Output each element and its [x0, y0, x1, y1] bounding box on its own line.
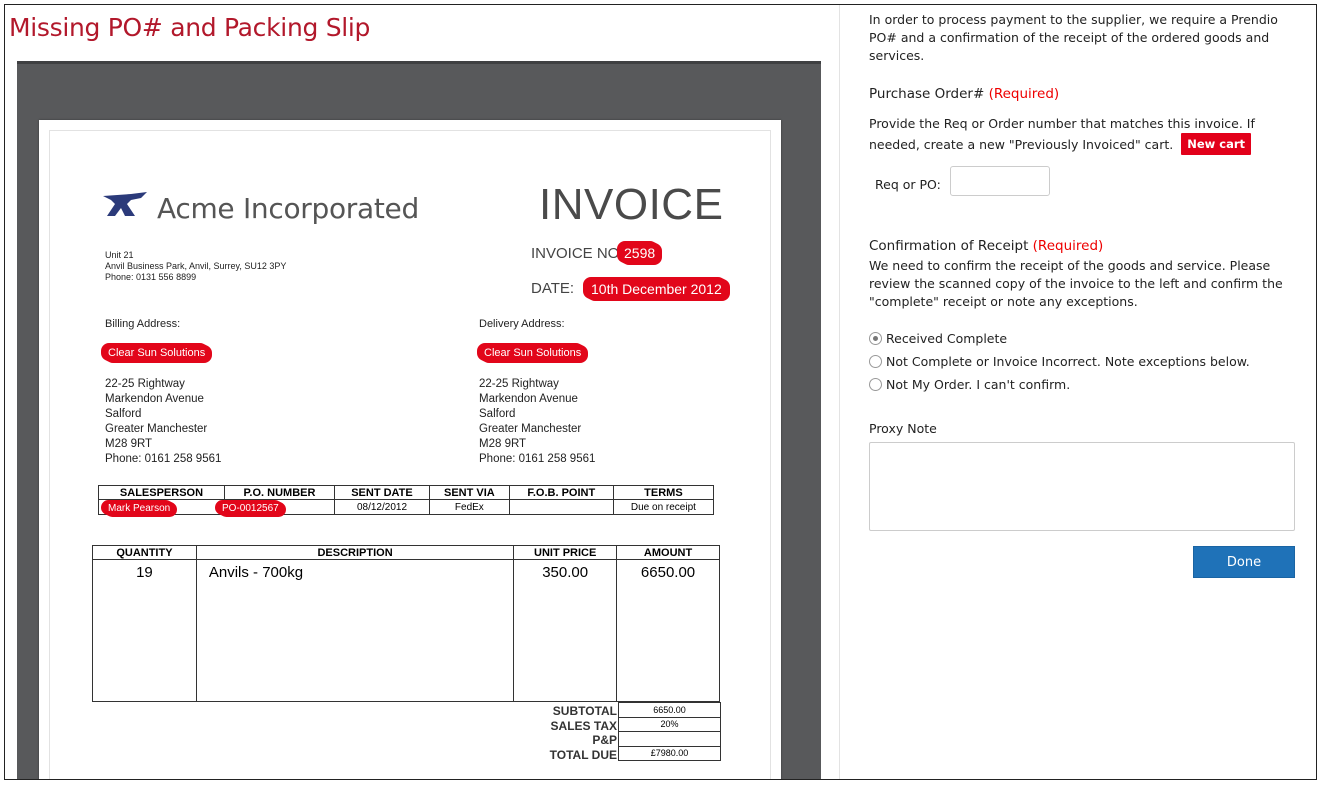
po-number: PO-0012567 [219, 503, 282, 514]
subtotal-value: 6650.00 [618, 702, 721, 718]
address-line: Salford [105, 408, 142, 420]
company-address-line: Anvil Business Park, Anvil, Surrey, SU12… [105, 261, 287, 271]
address-line: Salford [479, 408, 516, 420]
table-header-row: SALESPERSON P.O. NUMBER SENT DATE SENT V… [98, 485, 715, 500]
table-header: QUANTITY [92, 545, 197, 560]
table-cell: FedEx [429, 499, 510, 515]
order-info-table: SALESPERSON P.O. NUMBER SENT DATE SENT V… [98, 485, 715, 515]
billing-label: Billing Address: [105, 318, 181, 330]
required-badge: (Required) [988, 86, 1060, 102]
po-section-title: Purchase Order# (Required) [869, 86, 1059, 102]
table-cell: 19 [92, 559, 197, 702]
invoice-date: 10th December 2012 [587, 280, 726, 298]
proxy-note-label: Proxy Note [869, 421, 937, 436]
date-label: DATE: [531, 280, 575, 297]
po-description: Provide the Req or Order number that mat… [869, 115, 1289, 155]
table-header: UNIT PRICE [513, 545, 618, 560]
radio-unchecked-icon[interactable] [869, 378, 882, 391]
salesperson-name: Mark Pearson [105, 503, 174, 514]
totals-values: 6650.00 20% £7980.00 [618, 702, 721, 761]
form-pane: In order to process payment to the suppl… [841, 5, 1316, 779]
radio-label: Received Complete [886, 331, 1008, 346]
new-cart-button[interactable]: New cart [1181, 133, 1252, 155]
table-header: TERMS [612, 485, 715, 500]
radio-label: Not Complete or Invoice Incorrect. Note … [886, 354, 1250, 369]
company-address-line: Unit 21 [105, 250, 134, 260]
line-items-table: QUANTITY DESCRIPTION UNIT PRICE AMOUNT 1… [92, 545, 720, 702]
radio-not-complete[interactable]: Not Complete or Invoice Incorrect. Note … [869, 354, 1250, 369]
table-row: 08/12/2012 FedEx Due on receipt [98, 499, 715, 515]
company-logo: Acme Incorporated [101, 188, 419, 228]
req-or-po-input[interactable] [950, 166, 1050, 196]
intro-text: In order to process payment to the suppl… [869, 12, 1278, 63]
address-line: 22-25 Rightway [479, 378, 559, 390]
delivery-label: Delivery Address: [479, 318, 565, 330]
invoice-page: Acme Incorporated INVOICE Unit 21 Anvil … [39, 120, 781, 779]
table-cell: 350.00 [513, 559, 618, 702]
confirm-title-text: Confirmation of Receipt [869, 238, 1029, 254]
confirm-description: We need to confirm the receipt of the go… [869, 258, 1283, 309]
table-header: P.O. NUMBER [223, 485, 335, 500]
delivery-name: Clear Sun Solutions [481, 346, 585, 360]
address-line: M28 9RT [105, 438, 153, 450]
address-line: 22-25 Rightway [105, 378, 185, 390]
table-header: SALESPERSON [98, 485, 225, 500]
totals-labels: SUBTOTAL SALES TAX P&P TOTAL DUE [509, 704, 617, 762]
radio-label: Not My Order. I can't confirm. [886, 377, 1071, 392]
invoice-no-label: INVOICE NO: [531, 245, 624, 262]
address-line: Greater Manchester [105, 423, 208, 435]
table-header: F.O.B. POINT [508, 485, 614, 500]
page-title: Missing PO# and Packing Slip [9, 13, 371, 42]
table-header: SENT DATE [333, 485, 431, 500]
table-cell: 6650.00 [616, 559, 720, 702]
subtotal-label: SUBTOTAL [552, 704, 617, 718]
done-button[interactable]: Done [1193, 546, 1295, 578]
invoice-number: 2598 [621, 244, 659, 262]
confirm-section-title: Confirmation of Receipt (Required) [869, 238, 1103, 254]
sales-tax-label: SALES TAX [550, 718, 617, 733]
address-phone: Phone: 0161 258 9561 [479, 453, 596, 465]
po-title-text: Purchase Order# [869, 86, 985, 102]
pp-value [618, 731, 721, 747]
table-header-row: QUANTITY DESCRIPTION UNIT PRICE AMOUNT [92, 545, 720, 560]
sales-tax-value: 20% [618, 716, 721, 732]
app-frame: Missing PO# and Packing Slip Acme Incorp… [4, 4, 1317, 780]
proxy-note-textarea[interactable] [869, 442, 1295, 531]
address-line: Greater Manchester [479, 423, 582, 435]
billing-address: 22-25 Rightway Markendon Avenue Salford … [105, 377, 221, 467]
invoice-heading: INVOICE [539, 180, 724, 229]
table-header: SENT VIA [429, 485, 510, 500]
pp-label: P&P [592, 733, 617, 747]
document-pane: Missing PO# and Packing Slip Acme Incorp… [5, 5, 840, 779]
required-badge: (Required) [1032, 238, 1104, 254]
radio-checked-icon[interactable] [869, 332, 882, 345]
table-cell: Due on receipt [612, 499, 715, 515]
table-row: 19 Anvils - 700kg 350.00 6650.00 [92, 559, 720, 702]
radio-not-my-order[interactable]: Not My Order. I can't confirm. [869, 377, 1070, 392]
address-line: Markendon Avenue [479, 393, 578, 405]
address-line: M28 9RT [479, 438, 527, 450]
anvil-logo-icon [103, 192, 147, 216]
address-line: Markendon Avenue [105, 393, 204, 405]
radio-unchecked-icon[interactable] [869, 355, 882, 368]
table-cell: 08/12/2012 [333, 499, 431, 515]
total-due-label: TOTAL DUE [549, 747, 617, 762]
company-address: Unit 21 Anvil Business Park, Anvil, Surr… [105, 250, 286, 283]
total-due-value: £7980.00 [618, 745, 721, 761]
table-cell: Anvils - 700kg [195, 559, 515, 702]
company-name: Acme Incorporated [157, 192, 419, 225]
company-phone: Phone: 0131 556 8899 [105, 272, 197, 282]
req-or-po-label: Req or PO: [875, 177, 941, 192]
table-header: DESCRIPTION [195, 545, 515, 560]
table-cell [508, 499, 614, 515]
billing-name: Clear Sun Solutions [105, 346, 209, 360]
delivery-address: 22-25 Rightway Markendon Avenue Salford … [479, 377, 595, 467]
table-header: AMOUNT [616, 545, 720, 560]
radio-received-complete[interactable]: Received Complete [869, 331, 1007, 346]
document-viewer[interactable]: Acme Incorporated INVOICE Unit 21 Anvil … [17, 61, 821, 779]
address-phone: Phone: 0161 258 9561 [105, 453, 222, 465]
